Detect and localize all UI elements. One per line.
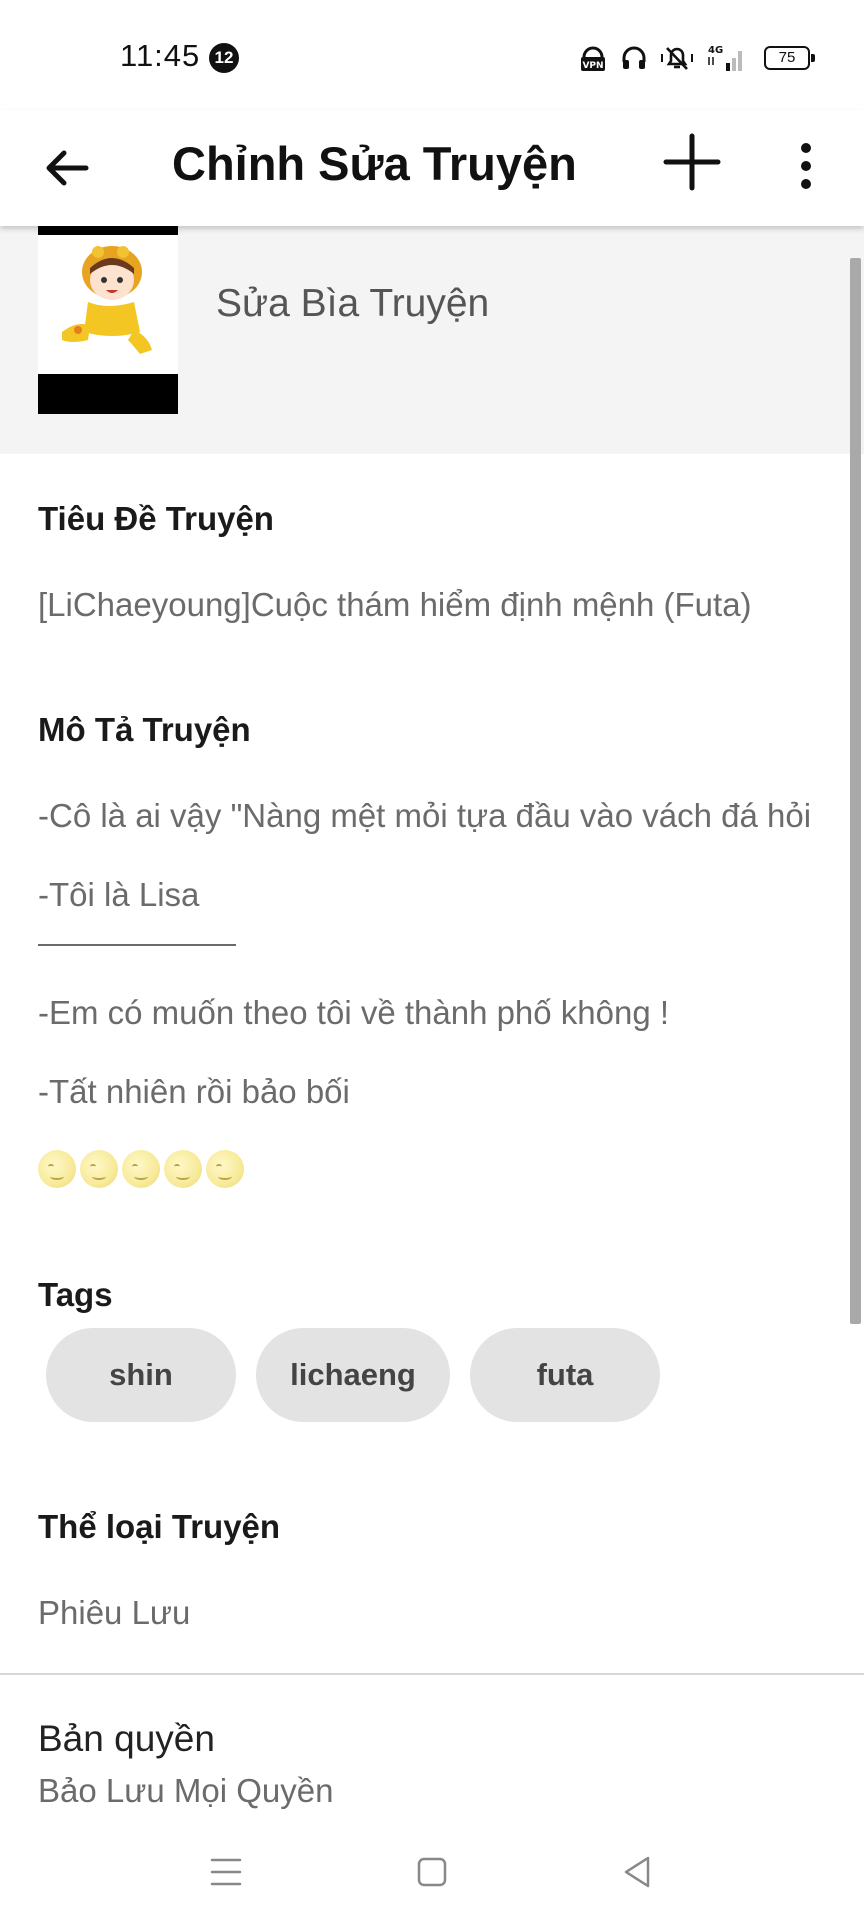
app-bar: Chỉnh Sửa Truyện [0,110,864,226]
svg-text:VPN: VPN [582,61,603,71]
cover-thumbnail [38,226,178,414]
svg-text:4G: 4G [708,45,723,56]
moon-face-icon [206,1150,244,1188]
signal-icon: 4G [706,43,746,73]
moon-face-icon [122,1150,160,1188]
edit-cover-label: Sửa Bìa Truyện [216,282,490,325]
status-bar: 11:45 12 VPN 4G 75 [0,0,864,110]
arrow-left-icon [46,150,89,186]
headphones-icon [620,44,648,72]
back-nav-button[interactable] [616,1850,660,1894]
moon-face-icon [164,1150,202,1188]
menu-nav-button[interactable] [204,1850,248,1894]
more-vertical-icon [801,143,811,189]
battery-icon: 75 [764,46,815,70]
system-nav-bar [0,1820,864,1920]
divider [0,1673,864,1675]
license-title[interactable]: Bản quyền [38,1718,215,1760]
moon-face-icon [80,1150,118,1188]
tag-chip[interactable]: lichaeng [256,1328,450,1422]
genre-heading: Thể loại Truyện [38,1508,281,1545]
vpn-icon: VPN [578,43,608,73]
cover-illustration [62,246,152,354]
tag-chip[interactable]: shin [46,1328,236,1422]
moon-face-icon [38,1150,76,1188]
license-value[interactable]: Bảo Lưu Mọi Quyền [38,1772,333,1810]
tags-heading: Tags [38,1276,113,1313]
description-line[interactable]: -Em có muốn theo tôi về thành phố không … [38,994,669,1032]
home-square-icon [417,1857,447,1887]
more-options-button[interactable] [786,134,826,198]
status-time: 11:45 [120,38,201,73]
plus-icon [663,133,721,191]
scrollbar-thumb[interactable] [850,258,861,1324]
tag-chip[interactable]: futa [470,1328,660,1422]
description-line[interactable]: -Cô là ai vậy "Nàng mệt mỏi tựa đầu vào … [38,797,811,835]
genre-field[interactable]: Phiêu Lưu [38,1594,190,1632]
description-line[interactable]: -Tất nhiên rồi bảo bối [38,1073,350,1111]
silent-bell-icon [660,44,694,72]
story-title-heading: Tiêu Đề Truyện [38,500,274,537]
description-emoji-row [38,1150,244,1188]
description-line[interactable]: -Tôi là Lisa [38,876,199,914]
home-nav-button[interactable] [410,1850,454,1894]
edit-cover-row[interactable]: Sửa Bìa Truyện [0,226,864,454]
back-button[interactable] [38,138,98,198]
status-icons: VPN 4G 75 [578,40,815,76]
add-part-button[interactable] [660,130,724,194]
notification-count-badge: 12 [209,43,239,73]
menu-icon [210,1858,242,1886]
story-title-field[interactable]: [LiChaeyoung]Cuộc thám hiểm định mệnh (F… [38,586,752,624]
back-triangle-icon [624,1856,650,1888]
description-heading: Mô Tả Truyện [38,711,251,748]
page-title: Chỉnh Sửa Truyện [172,137,577,190]
description-rule [38,944,236,946]
tags-list: shin lichaeng futa [46,1328,660,1422]
